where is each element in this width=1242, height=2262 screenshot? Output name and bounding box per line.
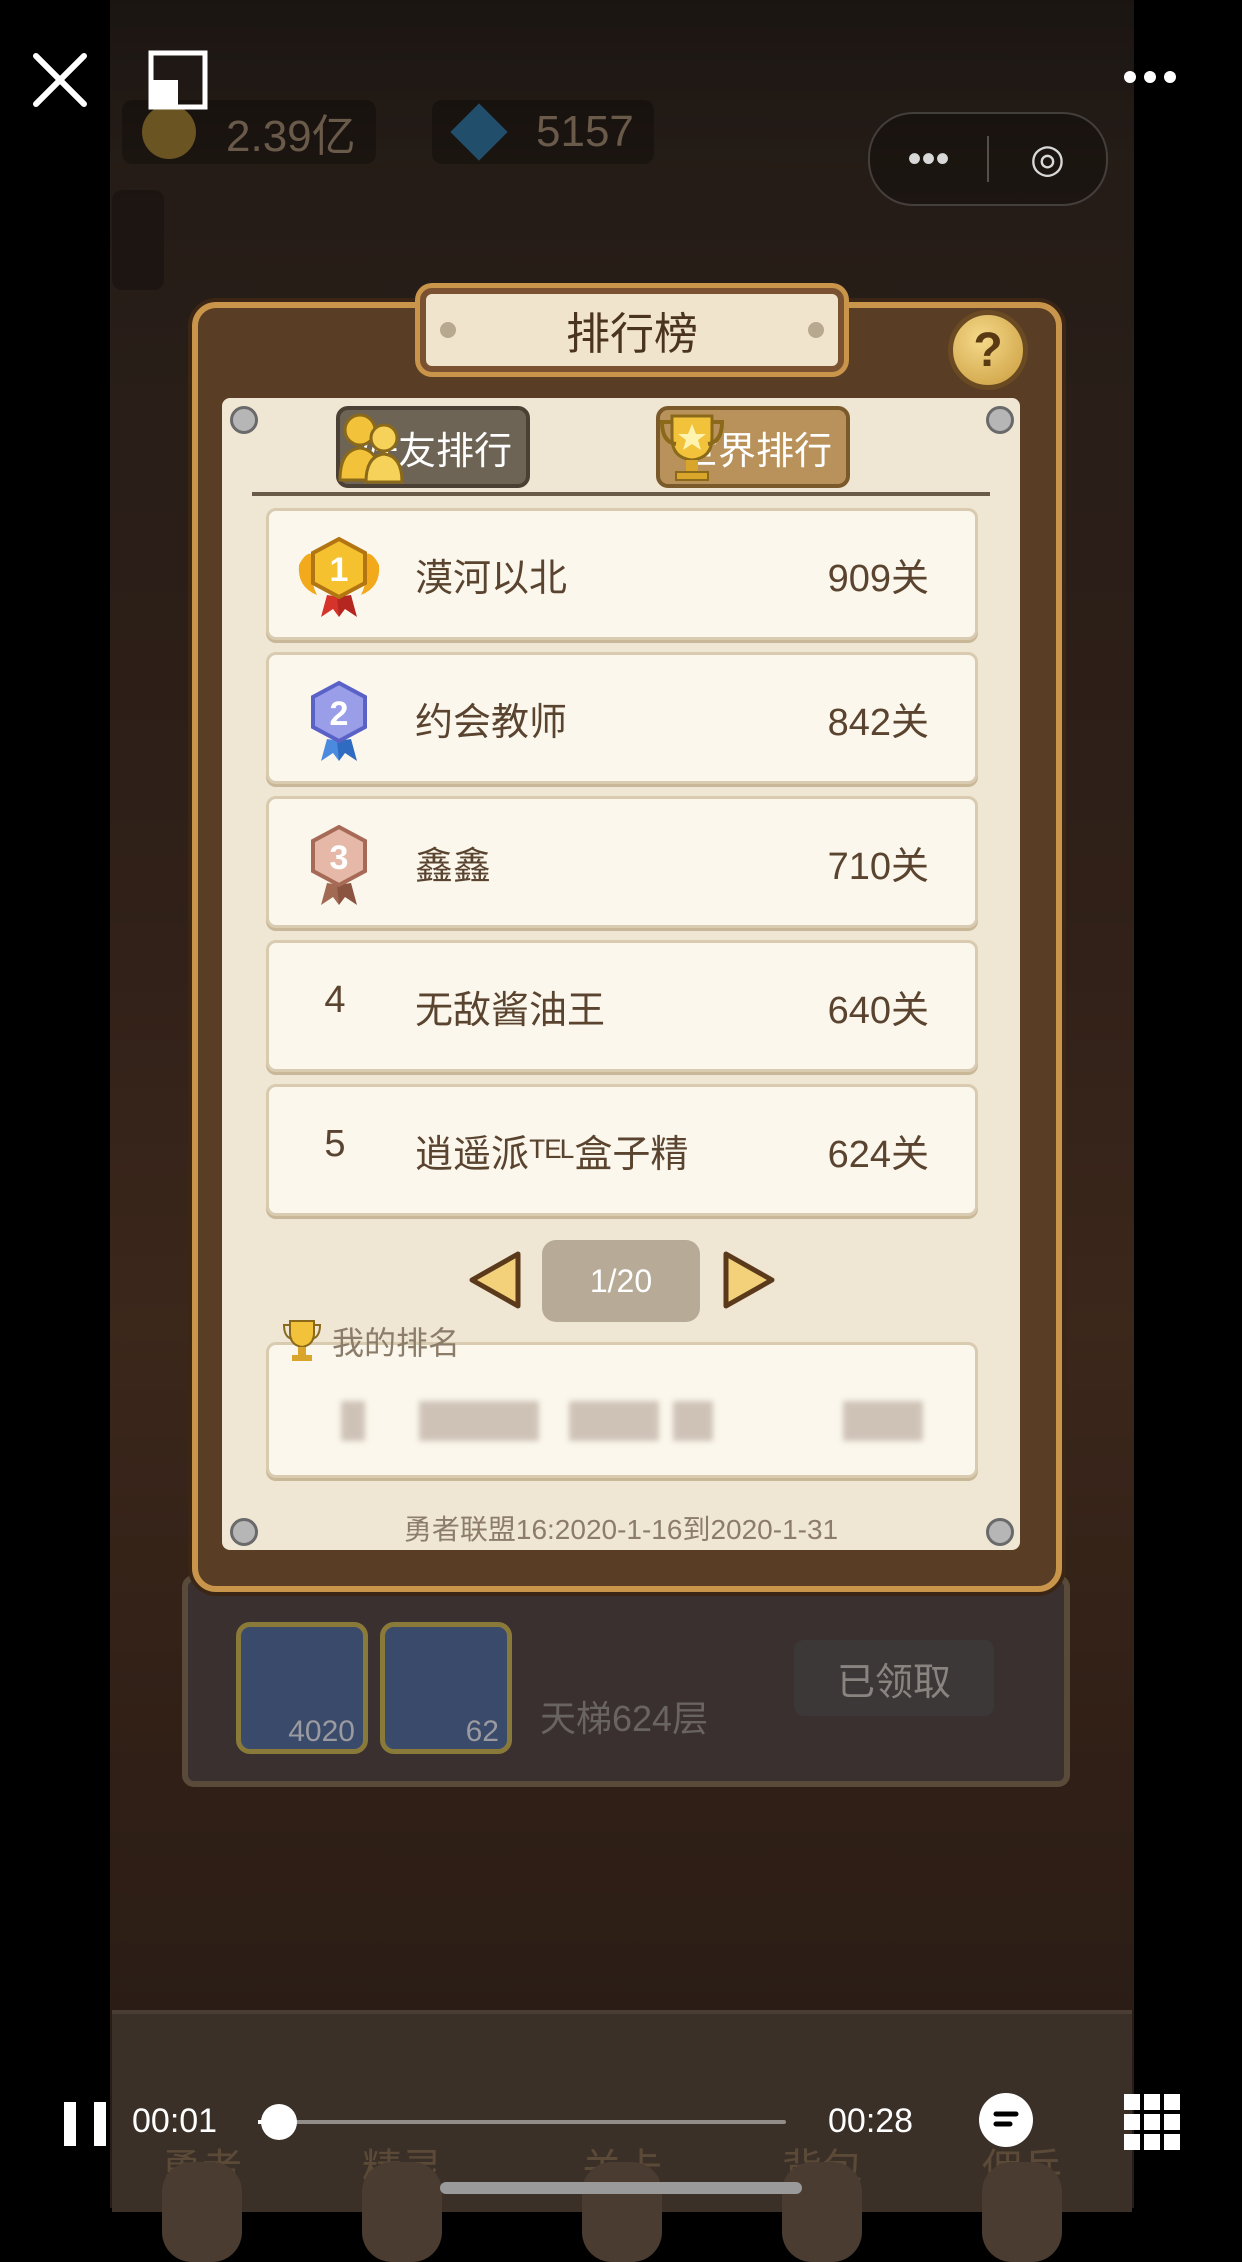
more-icon[interactable] bbox=[1120, 62, 1180, 92]
player-score: 624关 bbox=[827, 1134, 929, 1176]
rank-number: 5 bbox=[324, 1123, 346, 1165]
reward-chest-icon: 4020 bbox=[236, 1622, 368, 1754]
player-name: 漠河以北 bbox=[415, 558, 568, 600]
svg-text:2: 2 bbox=[330, 695, 349, 733]
svg-text:3: 3 bbox=[330, 839, 349, 877]
gold-medal-icon: 1 bbox=[298, 536, 380, 617]
bag-icon bbox=[782, 2162, 862, 2262]
rank-row[interactable]: 3 鑫鑫 710关 bbox=[266, 796, 978, 928]
miniprogram-capsule: ••• ◎ bbox=[868, 112, 1108, 206]
pause-icon[interactable] bbox=[62, 2100, 108, 2148]
redacted-block bbox=[673, 1401, 713, 1441]
bronze-medal-icon: 3 bbox=[311, 824, 367, 905]
grid-icon[interactable] bbox=[1122, 2092, 1182, 2152]
capsule-more-button[interactable]: ••• bbox=[870, 114, 987, 204]
leaderboard-title-plate: 排行榜 bbox=[420, 288, 844, 372]
redacted-block bbox=[419, 1401, 539, 1441]
player-name: 约会教师 bbox=[415, 702, 568, 744]
page-indicator: 1/20 bbox=[542, 1240, 700, 1322]
close-icon[interactable] bbox=[30, 50, 90, 110]
ladder-level: 天梯624层 bbox=[540, 1698, 709, 1739]
player-score: 842关 bbox=[827, 702, 929, 744]
stage-icon bbox=[582, 2162, 662, 2262]
target-icon: ◎ bbox=[1030, 137, 1065, 181]
friends-icon bbox=[338, 413, 404, 484]
reward-book-icon: 62 bbox=[380, 1622, 512, 1754]
leaderboard-title: 排行榜 bbox=[566, 310, 698, 359]
tab-divider bbox=[252, 492, 990, 496]
rank-row[interactable]: 1 漠河以北 909关 bbox=[266, 508, 978, 640]
gem-value: 5157 bbox=[536, 107, 634, 156]
season-info: 勇者联盟16:2020-1-16到2020-1-31 bbox=[403, 1514, 839, 1545]
question-mark-icon: ? bbox=[973, 323, 1003, 377]
rank-row[interactable]: 2 约会教师 842关 bbox=[266, 652, 978, 784]
rank-row[interactable]: 4 无敌酱油王 640关 bbox=[266, 940, 978, 1072]
player-name: 无敌酱油王 bbox=[415, 990, 606, 1032]
next-page-icon[interactable] bbox=[722, 1250, 778, 1310]
floating-window-icon[interactable] bbox=[148, 50, 208, 110]
mercenary-icon bbox=[982, 2162, 1062, 2262]
small-trophy-icon bbox=[282, 1320, 322, 1361]
player-score: 640关 bbox=[827, 990, 929, 1032]
plate-rivet bbox=[808, 322, 824, 338]
reward-chest-count: 4020 bbox=[288, 1715, 355, 1748]
player-name: 鑫鑫 bbox=[415, 846, 492, 888]
rivet bbox=[230, 406, 258, 434]
tab-world-ranking[interactable]: 世界排行 bbox=[656, 406, 850, 488]
svg-text:1: 1 bbox=[330, 551, 349, 589]
redacted-block bbox=[843, 1401, 923, 1441]
tab-friends-ranking[interactable]: 好友排行 bbox=[336, 406, 530, 488]
rank-row[interactable]: 5 逍遥派ᵀᴱᴸ盒子精 624关 bbox=[266, 1084, 978, 1216]
my-rank-header: 我的排名 bbox=[282, 1318, 460, 1364]
current-time: 00:01 bbox=[132, 2102, 218, 2140]
spirit-icon bbox=[362, 2162, 442, 2262]
capsule-close-button[interactable]: ◎ bbox=[989, 114, 1106, 204]
silver-medal-icon: 2 bbox=[311, 680, 367, 761]
my-rank-label: 我的排名 bbox=[332, 1325, 461, 1361]
gem-display: 5157 bbox=[432, 100, 654, 164]
redacted-block bbox=[569, 1401, 659, 1441]
rank-number: 4 bbox=[324, 979, 346, 1021]
danmaku-icon[interactable] bbox=[976, 2090, 1036, 2150]
plate-rivet bbox=[440, 322, 456, 338]
player-score: 909关 bbox=[827, 558, 929, 600]
total-time: 00:28 bbox=[828, 2102, 914, 2140]
progress-thumb[interactable] bbox=[261, 2104, 297, 2140]
player-name: 逍遥派ᵀᴱᴸ盒子精 bbox=[415, 1134, 689, 1176]
trophy-icon bbox=[659, 414, 725, 481]
hero-icon bbox=[162, 2162, 242, 2262]
previous-page-icon[interactable] bbox=[466, 1250, 522, 1310]
player-score: 710关 bbox=[827, 846, 929, 888]
gold-value: 2.39亿 bbox=[226, 112, 356, 161]
reward-book-count: 62 bbox=[465, 1715, 499, 1748]
claimed-button[interactable]: 已领取 bbox=[794, 1640, 994, 1716]
rivet bbox=[986, 406, 1014, 434]
home-indicator[interactable] bbox=[440, 2182, 802, 2194]
gold-coin-icon bbox=[142, 105, 196, 159]
gem-icon bbox=[450, 103, 508, 161]
redacted-block bbox=[341, 1401, 365, 1441]
more-dots-icon: ••• bbox=[907, 136, 950, 181]
nav-hero[interactable]: 勇者 bbox=[132, 2136, 272, 2262]
help-button[interactable]: ? bbox=[948, 310, 1028, 390]
progress-track[interactable] bbox=[258, 2120, 786, 2124]
side-menu-button[interactable] bbox=[112, 190, 164, 290]
